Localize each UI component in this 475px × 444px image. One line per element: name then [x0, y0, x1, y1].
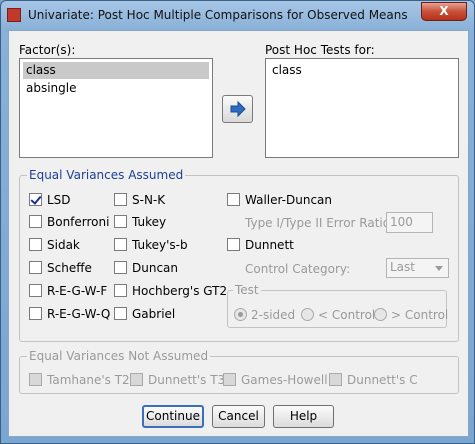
scheffe-label: Scheffe [47, 261, 92, 275]
greater-control-radio[interactable] [374, 308, 387, 321]
tukey-label: Tukey [132, 215, 167, 229]
less-control-label: < Control [318, 308, 376, 322]
control-category-value: Last [390, 260, 415, 274]
move-right-button[interactable] [222, 95, 253, 123]
waller-duncan-label: Waller-Duncan [245, 193, 333, 207]
title-bar[interactable]: Univariate: Post Hoc Multiple Comparison… [1, 1, 474, 29]
bonferroni-checkbox[interactable] [29, 215, 42, 228]
tukeyb-checkbox[interactable] [114, 238, 127, 251]
lsd-checkbox[interactable] [29, 193, 42, 206]
regwf-checkbox[interactable] [29, 284, 42, 297]
gabriel-label: Gabriel [132, 307, 176, 321]
unequal-variances-title: Equal Variances Not Assumed [27, 349, 211, 363]
cancel-button[interactable]: Cancel [212, 405, 265, 428]
duncan-label: Duncan [132, 261, 179, 275]
app-icon [7, 8, 21, 22]
tamhane-checkbox[interactable] [29, 373, 42, 386]
test-title: Test [233, 283, 261, 297]
games-howell-label: Games-Howell [241, 373, 328, 387]
list-item[interactable]: class [269, 62, 455, 79]
control-category-select[interactable]: Last [386, 258, 449, 278]
hochberg-label: Hochberg's GT2 [132, 284, 228, 298]
dunnett-c-checkbox[interactable] [329, 373, 342, 386]
dialog-body: Factor(s): class absingle Post Hoc Tests… [8, 30, 469, 437]
lsd-label: LSD [47, 193, 71, 207]
dunnett-t3-checkbox[interactable] [130, 373, 143, 386]
help-button[interactable]: Help [273, 405, 334, 428]
error-ratio-label: Type I/Type II Error Ratio: [245, 216, 395, 230]
snk-checkbox[interactable] [114, 193, 127, 206]
games-howell-checkbox[interactable] [223, 373, 236, 386]
tukeyb-label: Tukey's-b [132, 238, 188, 252]
regwf-label: R-E-G-W-F [47, 284, 108, 298]
waller-duncan-checkbox[interactable] [227, 193, 240, 206]
bonferroni-label: Bonferroni [47, 215, 110, 229]
continue-button[interactable]: Continue [142, 405, 204, 428]
dialog-window: Univariate: Post Hoc Multiple Comparison… [0, 0, 475, 444]
dunnett-checkbox[interactable] [227, 238, 240, 251]
close-button[interactable]: X [421, 2, 467, 21]
list-item[interactable]: absingle [23, 80, 209, 97]
less-control-radio[interactable] [301, 308, 314, 321]
duncan-checkbox[interactable] [114, 261, 127, 274]
regwq-checkbox[interactable] [29, 307, 42, 320]
control-category-label: Control Category: [245, 262, 351, 276]
snk-label: S-N-K [132, 193, 166, 207]
dunnett-t3-label: Dunnett's T3 [148, 373, 226, 387]
list-item[interactable]: class [23, 62, 209, 79]
equal-variances-title: Equal Variances Assumed [27, 168, 186, 182]
two-sided-label: 2-sided [251, 308, 296, 322]
chevron-down-icon [435, 266, 443, 271]
dunnett-c-label: Dunnett's C [347, 373, 418, 387]
arrow-right-icon [230, 100, 246, 118]
post-hoc-list[interactable]: class [265, 58, 459, 158]
regwq-label: R-E-G-W-Q [47, 307, 111, 321]
scheffe-checkbox[interactable] [29, 261, 42, 274]
sidak-checkbox[interactable] [29, 238, 42, 251]
error-ratio-field[interactable]: 100 [386, 212, 433, 233]
greater-control-label: > Control [391, 308, 449, 322]
tamhane-label: Tamhane's T2 [47, 373, 130, 387]
factors-label: Factor(s): [19, 43, 76, 57]
gabriel-checkbox[interactable] [114, 307, 127, 320]
hochberg-checkbox[interactable] [114, 284, 127, 297]
tukey-checkbox[interactable] [114, 215, 127, 228]
window-title: Univariate: Post Hoc Multiple Comparison… [28, 8, 408, 22]
post-hoc-label: Post Hoc Tests for: [265, 43, 375, 57]
sidak-label: Sidak [47, 238, 80, 252]
dunnett-label: Dunnett [245, 238, 294, 252]
two-sided-radio[interactable] [234, 308, 247, 321]
factors-list[interactable]: class absingle [19, 58, 213, 158]
